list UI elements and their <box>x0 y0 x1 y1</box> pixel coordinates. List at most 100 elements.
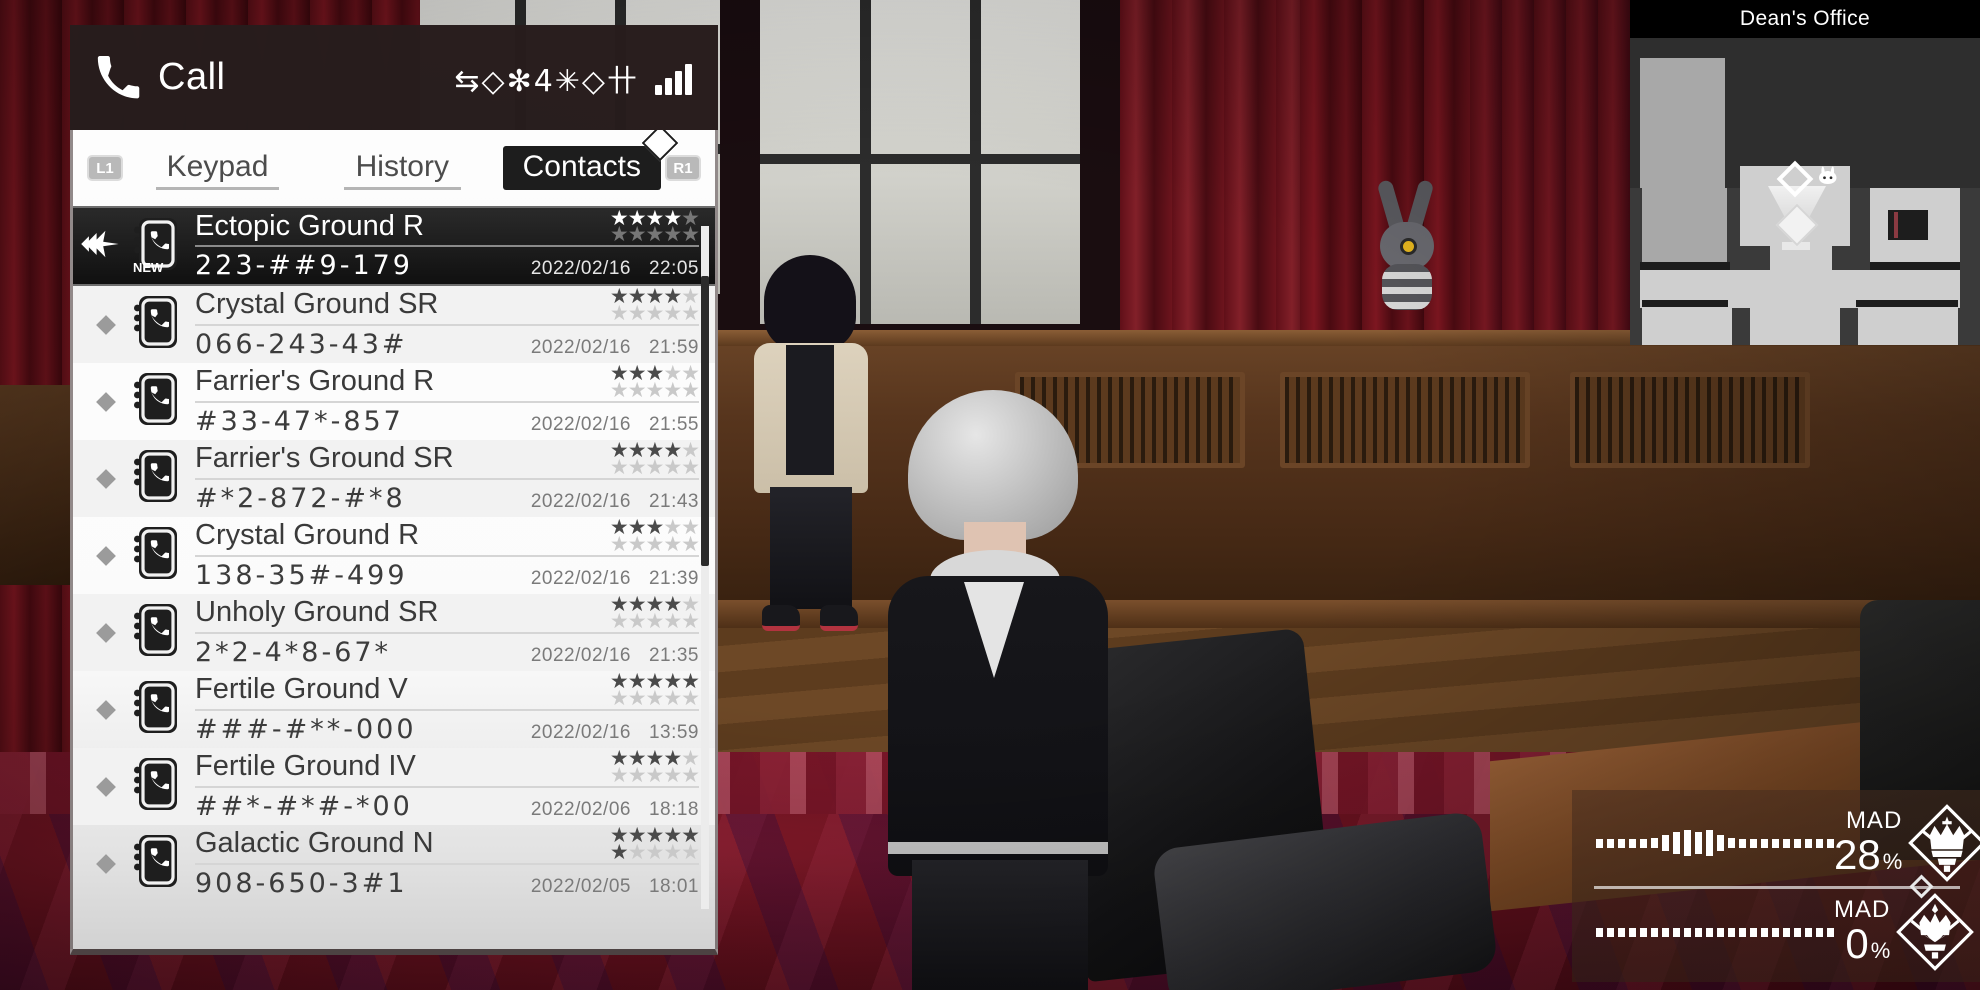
contact-row-content: Fertile Ground IV ★★★★★ ★★★★★ ##*-#*#-*0… <box>195 748 700 822</box>
mad-meter-segments-2 <box>1588 917 1834 947</box>
contact-row-content: Crystal Ground SR ★★★★★ ★★★★★ 066-243-43… <box>195 286 700 360</box>
contact-rating-stars: ★★★★★ ★★★★★ <box>598 440 700 477</box>
meter-segment <box>1629 927 1636 937</box>
meter-segment <box>1662 927 1669 937</box>
selection-cursor-icon <box>81 229 129 263</box>
meter-segment <box>1717 927 1724 937</box>
meter-segment <box>1805 927 1812 937</box>
meter-segment <box>1607 838 1614 848</box>
minimap-marker-red <box>1894 212 1898 238</box>
contact-rating-stars: ★★★★★ ★★★★★ <box>598 594 700 631</box>
crown-diamond-emblem <box>1908 804 1980 882</box>
contact-rating-stars: ★★★★★ ★★★★★ <box>598 825 700 862</box>
contact-bullet-icon <box>83 853 129 874</box>
contact-book-icon <box>129 602 185 663</box>
contact-bullet-icon <box>83 314 129 335</box>
contact-rating-stars: ★★★★★ ★★★★★ <box>598 363 700 402</box>
meter-segment <box>1772 927 1779 937</box>
meter-segment <box>1717 835 1724 851</box>
contact-row[interactable]: Crystal Ground R ★★★★★ ★★★★★ 138-35#-499… <box>73 517 715 594</box>
contact-number: 138-35#-499 <box>195 559 408 591</box>
contact-name: Crystal Ground R <box>195 519 420 552</box>
radiator-grate-2 <box>1280 372 1530 468</box>
contact-bullet-icon <box>83 468 129 489</box>
contact-name: Crystal Ground SR <box>195 288 439 321</box>
minimap-room-nw <box>1640 58 1725 188</box>
l1-bumper-hint: L1 <box>87 155 123 181</box>
tab-contacts[interactable]: Contacts <box>502 130 679 190</box>
tab-bar: L1 Keypad History Contacts R1 <box>73 130 715 206</box>
contact-row[interactable]: Farrier's Ground SR ★★★★★ ★★★★★ #*2-872-… <box>73 440 715 517</box>
tab-keypad-label: Keypad <box>166 150 269 183</box>
meter-segment <box>1750 927 1757 937</box>
contact-timestamp: 2022/02/16 21:55 <box>530 413 699 435</box>
contact-rating-row-bottom: ★★★★★ <box>609 686 700 710</box>
contact-bullet-icon <box>83 699 129 720</box>
contact-row[interactable]: Farrier's Ground R ★★★★★ ★★★★★ #33-47*-8… <box>73 363 715 440</box>
meter-segment <box>1629 838 1636 848</box>
meter-segment <box>1618 838 1625 848</box>
mad-value-number-2: 0 <box>1845 919 1869 967</box>
contact-row[interactable]: Crystal Ground SR ★★★★★ ★★★★★ 066-243-43… <box>73 286 715 363</box>
meter-segment <box>1706 830 1713 856</box>
contact-timestamp: 2022/02/16 21:43 <box>530 490 699 512</box>
mad-value-unit-2: % <box>1870 937 1891 963</box>
contact-row-content: Farrier's Ground SR ★★★★★ ★★★★★ #*2-872-… <box>195 440 700 514</box>
new-badge: NEW <box>133 259 164 275</box>
tab-keypad[interactable]: Keypad <box>127 146 308 190</box>
minimap-rabbit-icon <box>1814 164 1844 194</box>
contacts-scrollbar[interactable] <box>701 226 709 909</box>
contact-rating-row-bottom: ★★★★★ <box>609 378 700 402</box>
mad-status-hud: MAD 28% MAD 0% <box>1572 790 1980 982</box>
contact-rating-row-bottom: ★★★★★ <box>609 301 700 325</box>
mad-label-2: MAD <box>1834 895 1891 923</box>
mad-readout-2: MAD 0% <box>1834 895 1896 967</box>
meter-segment <box>1673 927 1680 937</box>
mad-label-1: MAD <box>1845 806 1903 834</box>
contact-rating-row-bottom: ★★★★★ <box>609 763 700 787</box>
contact-book-icon <box>129 371 185 432</box>
contact-timestamp: 2022/02/16 21:35 <box>530 644 699 666</box>
contact-row-content: Fertile Ground V ★★★★★ ★★★★★ ###-#**-000… <box>195 671 700 745</box>
meter-segment <box>1794 927 1801 937</box>
meter-segment <box>1596 838 1603 848</box>
contact-timestamp: 2022/02/05 18:01 <box>530 875 699 897</box>
meter-segment <box>1607 927 1614 937</box>
meter-segment <box>1761 838 1768 848</box>
minimap-room-se <box>1858 306 1958 345</box>
contact-name: Fertile Ground IV <box>195 750 416 783</box>
contact-number: 2*2-4*8-67* <box>195 636 392 668</box>
tab-history[interactable]: History <box>316 146 489 190</box>
contact-row[interactable]: Fertile Ground V ★★★★★ ★★★★★ ###-#**-000… <box>73 671 715 748</box>
mad-value-2: 0% <box>1834 919 1891 967</box>
contact-book-icon <box>129 756 185 817</box>
contact-number: ###-#**-000 <box>195 713 417 745</box>
contact-book-icon: NEW <box>129 216 185 277</box>
mad-readout-1: MAD 28% <box>1834 806 1908 877</box>
call-app-body: L1 Keypad History Contacts R1 NEW Ectopi… <box>70 130 718 955</box>
meter-segment <box>1728 927 1735 937</box>
contact-row[interactable]: Fertile Ground IV ★★★★★ ★★★★★ ##*-#*#-*0… <box>73 748 715 825</box>
contact-rating-stars: ★★★★★ ★★★★★ <box>598 748 700 787</box>
contact-timestamp: 2022/02/16 22:05 <box>530 258 699 280</box>
meter-segment <box>1761 927 1768 937</box>
cipher-glyph-text: ⇆◇✻4✳◇卄 <box>454 63 639 99</box>
minimap-canvas <box>1630 38 1980 345</box>
meter-segment <box>1816 838 1823 848</box>
contact-rating-stars: ★★★★★ ★★★★★ <box>598 208 700 245</box>
contact-row[interactable]: Unholy Ground SR ★★★★★ ★★★★★ 2*2-4*8-67*… <box>73 594 715 671</box>
meter-segment <box>1783 927 1790 937</box>
contact-name: Farrier's Ground R <box>195 365 435 398</box>
contact-number: 908-650-3#1 <box>195 867 408 899</box>
contact-row[interactable]: Galactic Ground N ★★★★★ ★★★★★ 908-650-3#… <box>73 825 715 902</box>
contact-timestamp: 2022/02/06 18:18 <box>530 798 699 820</box>
signal-bars-icon <box>655 61 692 95</box>
meter-segment <box>1618 927 1625 937</box>
meter-segment <box>1651 838 1658 848</box>
contact-book-icon <box>129 448 185 509</box>
heart-crown-diamond-emblem <box>1896 893 1975 971</box>
scrollbar-thumb[interactable] <box>701 276 709 566</box>
contact-row[interactable]: NEW Ectopic Ground R ★★★★★ ★★★★★ 223-##9… <box>73 206 715 286</box>
contact-name: Fertile Ground V <box>195 673 408 706</box>
meter-segment <box>1651 927 1658 937</box>
